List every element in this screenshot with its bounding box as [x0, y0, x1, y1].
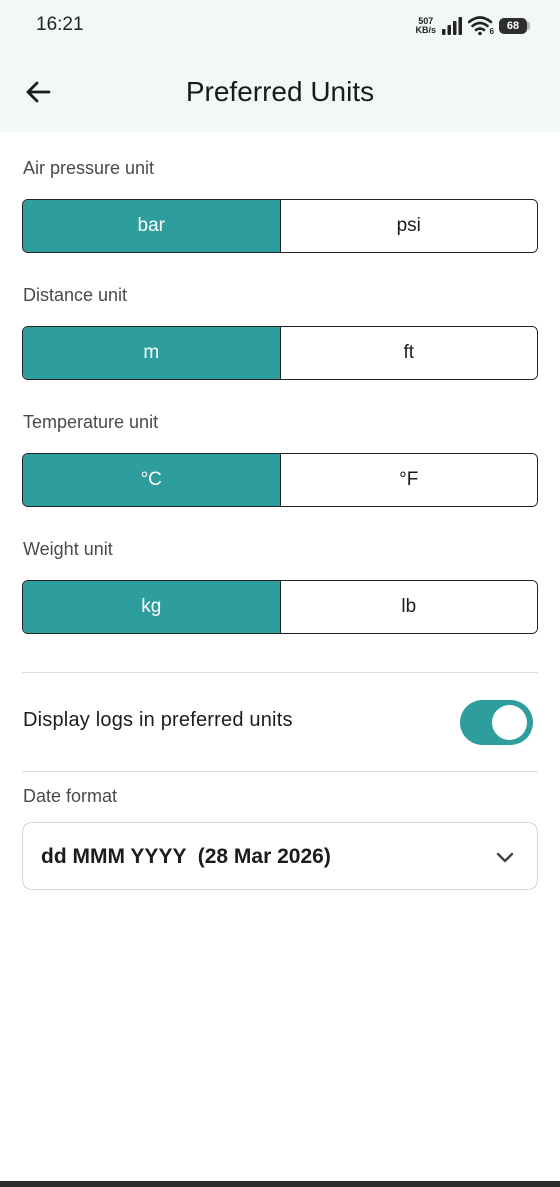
- chevron-down-icon: [496, 852, 514, 863]
- logs-toggle-switch[interactable]: [460, 700, 533, 745]
- distance-label: Distance unit: [23, 285, 128, 305]
- preferred-units-screen: 16:21 507 KB/s 6 68 Preferred Units Air …: [0, 0, 560, 1187]
- temperature-label: Temperature unit: [23, 412, 159, 432]
- air-pressure-option-psi[interactable]: psi: [279, 200, 537, 252]
- toggle-knob: [492, 705, 527, 740]
- divider: [22, 672, 538, 673]
- distance-option-m[interactable]: m: [23, 327, 280, 379]
- distance-selector: m ft: [22, 326, 538, 380]
- logs-toggle-label: Display logs in preferred units: [23, 709, 293, 731]
- date-format-label: Date format: [23, 786, 118, 806]
- network-speed: 507 KB/s: [415, 17, 436, 35]
- air-pressure-selector: bar psi: [22, 199, 538, 253]
- navigation-bar: [0, 1181, 560, 1187]
- status-icons: 507 KB/s 6 68: [415, 14, 532, 38]
- weight-option-kg[interactable]: kg: [23, 581, 280, 633]
- network-speed-unit: KB/s: [415, 25, 436, 35]
- weight-label: Weight unit: [23, 539, 113, 559]
- temperature-selector: °C °F: [22, 453, 538, 507]
- weight-option-lb[interactable]: lb: [279, 581, 537, 633]
- battery-level: 68: [499, 18, 527, 34]
- weight-selector: kg lb: [22, 580, 538, 634]
- app-bar: Preferred Units: [0, 52, 560, 132]
- date-format-value: dd MMM YYYY (28 Mar 2026): [41, 845, 331, 868]
- signal-icon: [442, 17, 462, 35]
- battery-tip: [527, 22, 530, 30]
- air-pressure-label: Air pressure unit: [23, 158, 155, 178]
- divider: [22, 771, 538, 772]
- page-title: Preferred Units: [185, 76, 375, 107]
- wifi-badge: 6: [489, 27, 494, 36]
- distance-option-ft[interactable]: ft: [279, 327, 537, 379]
- temperature-option-celsius[interactable]: °C: [23, 454, 280, 506]
- status-bar: 16:21 507 KB/s 6 68: [0, 0, 560, 52]
- wifi-icon: 6: [467, 16, 494, 36]
- battery-icon: 68: [499, 17, 532, 35]
- date-format-dropdown[interactable]: dd MMM YYYY (28 Mar 2026): [22, 822, 538, 890]
- status-time: 16:21: [36, 14, 84, 35]
- air-pressure-option-bar[interactable]: bar: [23, 200, 280, 252]
- temperature-option-fahrenheit[interactable]: °F: [279, 454, 537, 506]
